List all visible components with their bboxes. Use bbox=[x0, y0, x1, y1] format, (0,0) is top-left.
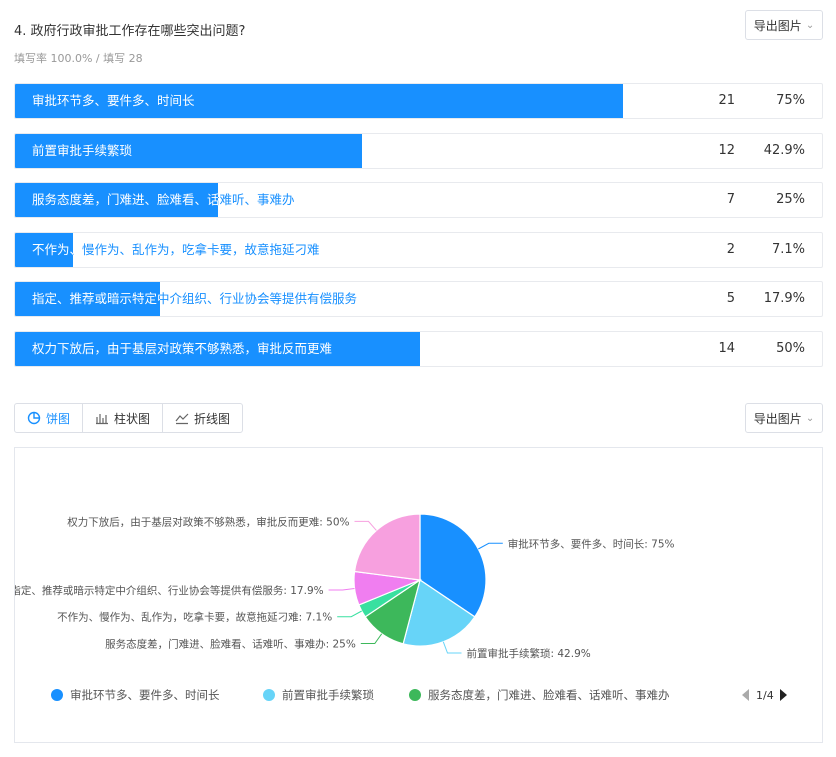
legend-marker bbox=[409, 689, 421, 701]
option-count: 7 bbox=[726, 192, 735, 208]
result-row: 指定、推荐或暗示特定中介组织、行业协会等提供有偿服务指定、推荐或暗示特定中介组织… bbox=[14, 281, 823, 318]
option-count: 2 bbox=[726, 241, 735, 257]
legend-item[interactable]: 服务态度差，门难进、脸难看、话难听、事难办 bbox=[428, 688, 670, 702]
chart-type-tabs: 饼图 柱状图 折线图 bbox=[14, 403, 244, 433]
result-row: 权力下放后，由于基层对政策不够熟悉，审批反而更难 权力下放后，由于基层对政策不够熟… bbox=[14, 330, 823, 367]
pie-slice[interactable] bbox=[353, 513, 421, 581]
fill-rate: 填写率 100.0% / 填写 28 bbox=[14, 52, 143, 65]
pie-label-line bbox=[478, 542, 503, 550]
option-count: 14 bbox=[718, 340, 735, 356]
line-chart-icon bbox=[175, 413, 189, 425]
option-percent: 25% bbox=[776, 192, 805, 208]
option-percent: 42.9% bbox=[763, 142, 805, 158]
option-label-overlay: 前置审批手续繁琐 bbox=[15, 134, 362, 168]
option-count: 21 bbox=[718, 93, 735, 108]
option-label-on-bar: 不作为、慢作为、乱作为，吃拿卡要，故意拖延刁难 bbox=[32, 241, 73, 257]
bar-chart-icon bbox=[96, 414, 109, 425]
legend-next-icon[interactable] bbox=[780, 689, 787, 701]
legend-item[interactable]: 审批环节多、要件多、时间长 bbox=[70, 688, 220, 702]
pie-label: 服务态度差，门难进、脸难看、话难听、事难办: 25% bbox=[105, 638, 356, 651]
pie-label-line bbox=[328, 588, 355, 591]
pie-label: 指定、推荐或暗示特定中介组织、行业协会等提供有偿服务: 17.9% bbox=[15, 584, 324, 597]
tab-pie[interactable]: 饼图 bbox=[15, 404, 84, 432]
option-label-overlay: 权力下放后，由于基层对政策不够熟悉，审批反而更难 bbox=[15, 332, 420, 366]
pie-label: 审批环节多、要件多、时间长: 75% bbox=[508, 537, 675, 550]
legend-prev-icon[interactable] bbox=[742, 689, 749, 701]
option-percent: 75% bbox=[776, 93, 805, 108]
option-percent: 17.9% bbox=[763, 291, 805, 307]
option-label-on-bar: 审批环节多、要件多、时间长 bbox=[32, 93, 195, 108]
option-count: 12 bbox=[718, 142, 735, 158]
result-row: 审批环节多、要件多、时间长 审批环节多、要件多、时间长 21 75% bbox=[14, 83, 823, 119]
legend-item[interactable]: 前置审批手续繁琐 bbox=[282, 688, 374, 702]
result-rows: 审批环节多、要件多、时间长 审批环节多、要件多、时间长 21 75% 前置审批手续繁琐前… bbox=[14, 83, 823, 381]
export-label: 导出图片 bbox=[753, 411, 802, 426]
tab-bar-label: 柱状图 bbox=[114, 411, 151, 426]
option-label-overlay: 指定、推荐或暗示特定中介组织、行业协会等提供有偿服务 bbox=[15, 282, 160, 316]
question-title: 4. 政府行政审批工作存在哪些突出问题? bbox=[14, 24, 246, 39]
chevron-down-icon: ⌄ bbox=[805, 412, 815, 424]
pie-label: 权力下放后，由于基层对政策不够熟悉，审批反而更难: 50% bbox=[67, 515, 349, 528]
pie-label-line bbox=[354, 520, 377, 531]
option-label-overlay: 不作为、慢作为、乱作为，吃拿卡要，故意拖延刁难 bbox=[15, 233, 73, 267]
option-label-on-bar: 权力下放后，由于基层对政策不够熟悉，审批反而更难 bbox=[32, 340, 333, 356]
legend-page: 1/4 bbox=[756, 689, 774, 702]
legend-marker bbox=[51, 689, 63, 701]
option-label-on-bar: 指定、推荐或暗示特定中介组织、行业协会等提供有偿服务 bbox=[32, 291, 160, 307]
result-row: 服务态度差，门难进、脸难看、话难听、事难办服务态度差，门难进、脸难看、话难听、事… bbox=[14, 182, 823, 219]
result-row: 不作为、慢作为、乱作为，吃拿卡要，故意拖延刁难不作为、慢作为、乱作为，吃拿卡要，… bbox=[14, 231, 823, 268]
pie-chart-icon bbox=[27, 411, 41, 425]
pie-label: 不作为、慢作为、乱作为，吃拿卡要，故意拖延刁难: 7.1% bbox=[57, 611, 332, 624]
tab-pie-label: 饼图 bbox=[46, 411, 71, 426]
option-label: 不作为、慢作为、乱作为，吃拿卡要，故意拖延刁难 bbox=[32, 241, 320, 257]
option-percent: 7.1% bbox=[771, 241, 805, 257]
pie-label-line bbox=[337, 610, 362, 618]
result-row: 前置审批手续繁琐 前置审批手续繁琐 12 42.9% bbox=[14, 132, 823, 169]
tab-bar[interactable]: 柱状图 bbox=[83, 404, 164, 432]
pie-label-line bbox=[360, 633, 383, 644]
pie-label-line bbox=[442, 641, 462, 654]
tab-line-label: 折线图 bbox=[194, 411, 231, 426]
option-label-on-bar: 服务态度差，门难进、脸难看、话难听、事难办 bbox=[32, 192, 218, 208]
option-label-on-bar: 前置审批手续繁琐 bbox=[32, 142, 133, 158]
export-label: 导出图片 bbox=[753, 18, 802, 33]
pie-chart-panel: 审批环节多、要件多、时间长: 75% 前置审批手续繁琐: 42.9% 服务态度差，门… bbox=[14, 447, 823, 743]
tab-line[interactable]: 折线图 bbox=[163, 404, 242, 432]
option-percent: 50% bbox=[776, 340, 805, 356]
chevron-down-icon: ⌄ bbox=[805, 19, 815, 31]
option-count: 5 bbox=[726, 291, 735, 307]
pie-chart: 审批环节多、要件多、时间长: 75% 前置审批手续繁琐: 42.9% 服务态度差，门… bbox=[15, 513, 787, 702]
option-label-overlay: 审批环节多、要件多、时间长 bbox=[15, 84, 623, 118]
option-label-overlay: 服务态度差，门难进、脸难看、话难听、事难办 bbox=[15, 183, 218, 217]
legend-marker bbox=[263, 689, 275, 701]
export-image-button-top[interactable]: 导出图片 ⌄ bbox=[745, 10, 823, 40]
pie-label: 前置审批手续繁琐: 42.9% bbox=[467, 647, 591, 660]
export-image-button-chart[interactable]: 导出图片 ⌄ bbox=[745, 403, 823, 433]
